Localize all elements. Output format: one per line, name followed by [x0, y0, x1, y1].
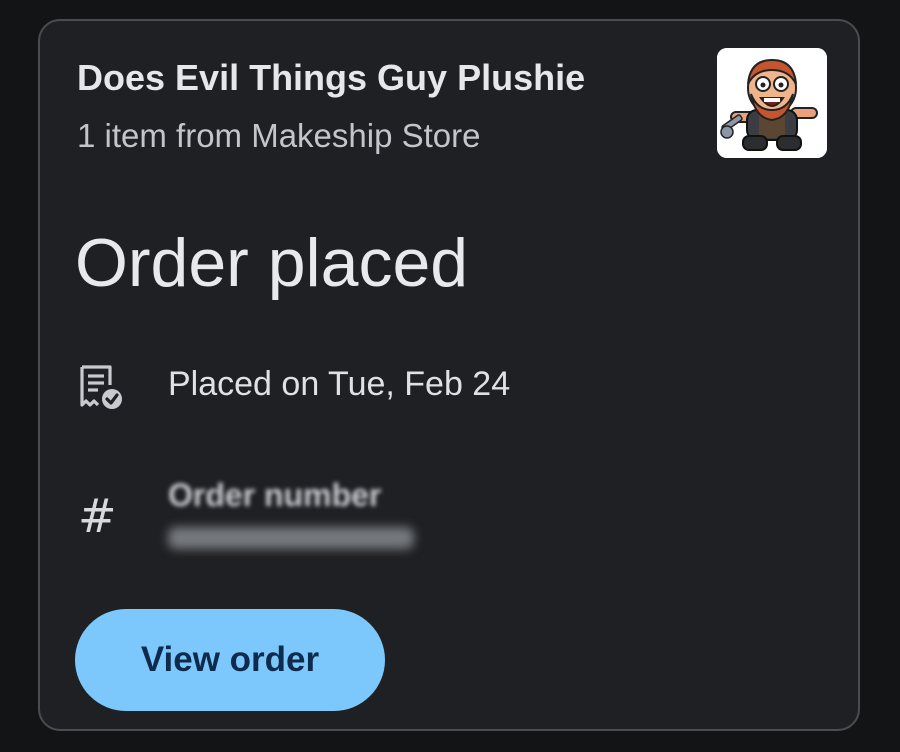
- order-number-value-redacted: [168, 527, 414, 549]
- product-subtitle: 1 item from Makeship Store: [77, 117, 481, 154]
- order-status: Order placed: [75, 225, 469, 301]
- plushie-image: [717, 48, 827, 158]
- receipt-check-icon: [78, 363, 126, 416]
- plushie-thumbnail[interactable]: [717, 48, 827, 158]
- hash-icon: #: [78, 489, 117, 543]
- order-number-label: Order number: [168, 477, 382, 513]
- product-title: Does Evil Things Guy Plushie: [77, 57, 586, 98]
- view-order-button[interactable]: View order: [75, 609, 385, 711]
- placed-date: Placed on Tue, Feb 24: [168, 365, 511, 403]
- order-card[interactable]: Does Evil Things Guy Plushie 1 item from…: [38, 19, 860, 731]
